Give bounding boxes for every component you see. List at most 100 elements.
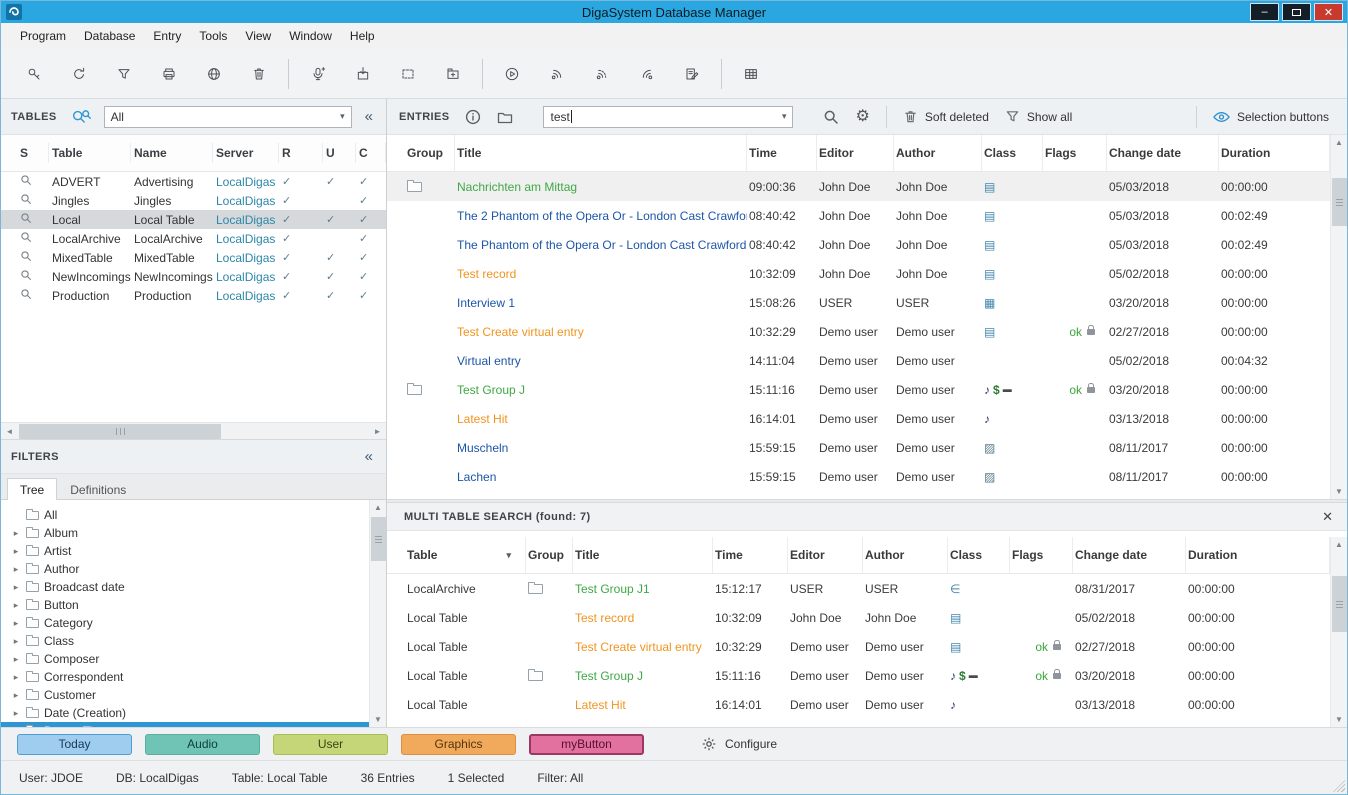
quick-button-audio[interactable]: Audio bbox=[145, 734, 260, 755]
gear-icon[interactable]: ⚙ bbox=[855, 109, 869, 125]
resize-grip-icon[interactable] bbox=[1333, 780, 1345, 792]
multi-vertical-scrollbar[interactable]: ▲ ▼ bbox=[1330, 537, 1347, 727]
on-air-3-button[interactable] bbox=[633, 60, 661, 88]
menu-tools[interactable]: Tools bbox=[190, 23, 236, 49]
column-header-flags[interactable]: Flags bbox=[1010, 537, 1073, 573]
scroll-thumb[interactable] bbox=[371, 517, 386, 561]
multi-search-row[interactable]: LocalArchiveTest Group J115:12:17USERUSE… bbox=[387, 574, 1330, 603]
column-header-editor[interactable]: Editor bbox=[788, 537, 863, 573]
column-header-class[interactable]: Class bbox=[982, 135, 1043, 171]
collapse-tables-button[interactable]: « bbox=[362, 108, 376, 125]
entry-row[interactable]: Lachen15:59:15Demo userDemo user▨08/11/2… bbox=[387, 462, 1330, 491]
soft-deleted-button[interactable]: Soft deleted bbox=[903, 109, 989, 124]
column-header-change-date[interactable]: Change date bbox=[1073, 537, 1186, 573]
maximize-button[interactable] bbox=[1282, 3, 1311, 21]
scroll-up-icon[interactable]: ▲ bbox=[374, 500, 382, 515]
web-button[interactable] bbox=[200, 60, 228, 88]
column-header-flags[interactable]: Flags bbox=[1043, 135, 1107, 171]
tree-item-all[interactable]: All bbox=[1, 506, 369, 524]
tree-item-category[interactable]: ▸Category bbox=[1, 614, 369, 632]
tree-item-class[interactable]: ▸Class bbox=[1, 632, 369, 650]
dropdown-arrow-icon[interactable]: ▾ bbox=[334, 111, 345, 122]
entry-row[interactable]: Interview 115:08:26USERUSER▦03/20/201800… bbox=[387, 288, 1330, 317]
key-button[interactable] bbox=[20, 60, 48, 88]
folder-icon[interactable] bbox=[497, 109, 513, 125]
entry-row[interactable]: Test record10:32:09John DoeJohn Doe▤05/0… bbox=[387, 259, 1330, 288]
tree-item-customer[interactable]: ▸Customer bbox=[1, 686, 369, 704]
scroll-down-icon[interactable]: ▼ bbox=[1335, 484, 1343, 499]
column-header-c[interactable]: C bbox=[356, 143, 386, 163]
scroll-down-icon[interactable]: ▼ bbox=[1335, 712, 1343, 727]
expand-icon[interactable]: ▸ bbox=[11, 564, 21, 575]
scroll-up-icon[interactable]: ▲ bbox=[1335, 135, 1343, 150]
table-row[interactable]: LocalArchiveLocalArchiveLocalDigas✓✓ bbox=[1, 229, 386, 248]
table-row[interactable]: MixedTableMixedTableLocalDigas✓✓✓ bbox=[1, 248, 386, 267]
tab-definitions[interactable]: Definitions bbox=[57, 478, 139, 500]
column-header-editor[interactable]: Editor bbox=[817, 135, 894, 171]
minimize-button[interactable]: – bbox=[1250, 3, 1279, 21]
menu-help[interactable]: Help bbox=[341, 23, 384, 49]
scroll-thumb[interactable] bbox=[1332, 576, 1347, 632]
expand-icon[interactable]: ▸ bbox=[11, 528, 21, 539]
tree-item-date-creation[interactable]: ▸Date (Creation) bbox=[1, 704, 369, 722]
expand-icon[interactable]: ▸ bbox=[11, 618, 21, 629]
table-row[interactable]: JinglesJinglesLocalDigas✓✓ bbox=[1, 191, 386, 210]
import-entry-button[interactable] bbox=[349, 60, 377, 88]
search-tables-icon[interactable] bbox=[71, 109, 92, 125]
entry-row[interactable]: The 2 Phantom of the Opera Or - London C… bbox=[387, 201, 1330, 230]
column-header-table[interactable]: Table▾ bbox=[405, 537, 526, 573]
tables-filter-dropdown[interactable]: All ▾ bbox=[104, 106, 352, 128]
column-header-time[interactable]: Time bbox=[713, 537, 788, 573]
column-header-author[interactable]: Author bbox=[863, 537, 948, 573]
tree-item-button[interactable]: ▸Button bbox=[1, 596, 369, 614]
multi-search-row[interactable]: Local TableLatest Hit16:14:01Demo userDe… bbox=[387, 690, 1330, 719]
expand-icon[interactable]: ▸ bbox=[11, 636, 21, 647]
show-all-button[interactable]: Show all bbox=[1005, 109, 1072, 124]
expand-icon[interactable]: ▸ bbox=[11, 654, 21, 665]
multi-table-button[interactable] bbox=[737, 60, 765, 88]
entry-row[interactable]: Latest Hit16:14:01Demo userDemo user♪03/… bbox=[387, 404, 1330, 433]
column-header-change-date[interactable]: Change date bbox=[1107, 135, 1219, 171]
column-header-server[interactable]: Server bbox=[213, 143, 279, 163]
scroll-left-icon[interactable]: ◄ bbox=[1, 427, 18, 436]
new-window-button[interactable] bbox=[439, 60, 467, 88]
entry-row[interactable]: The Phantom of the Opera Or - London Cas… bbox=[387, 230, 1330, 259]
close-multi-search-button[interactable]: ✕ bbox=[1322, 509, 1333, 525]
selection-buttons-toggle[interactable]: Selection buttons bbox=[1213, 110, 1337, 124]
column-header-time[interactable]: Time bbox=[747, 135, 817, 171]
multi-search-row[interactable]: Local TableTest Create virtual entry10:3… bbox=[387, 632, 1330, 661]
table-row[interactable]: NewIncomingsNewIncomingsLocalDigas✓✓✓ bbox=[1, 267, 386, 286]
play-button[interactable] bbox=[498, 60, 526, 88]
entry-row[interactable]: Muscheln15:59:15Demo userDemo user▨08/11… bbox=[387, 433, 1330, 462]
tree-item-composer[interactable]: ▸Composer bbox=[1, 650, 369, 668]
entry-row[interactable]: Test Create virtual entry10:32:29Demo us… bbox=[387, 317, 1330, 346]
scroll-right-icon[interactable]: ► bbox=[369, 427, 386, 436]
configure-button[interactable]: Configure bbox=[701, 736, 777, 752]
record-new-button[interactable] bbox=[304, 60, 332, 88]
filter-button[interactable] bbox=[110, 60, 138, 88]
menu-window[interactable]: Window bbox=[280, 23, 341, 49]
multi-search-row[interactable]: Local TableTest Group J15:11:16Demo user… bbox=[387, 661, 1330, 690]
dropdown-arrow-icon[interactable]: ▾ bbox=[776, 111, 787, 122]
entries-search-combobox[interactable]: test ▾ bbox=[543, 106, 793, 128]
filters-vertical-scrollbar[interactable]: ▲ ▼ bbox=[369, 500, 386, 727]
collapse-filters-button[interactable]: « bbox=[362, 448, 376, 465]
refresh-button[interactable] bbox=[65, 60, 93, 88]
column-header-duration[interactable]: Duration bbox=[1186, 537, 1330, 573]
tree-item-album[interactable]: ▸Album bbox=[1, 524, 369, 542]
on-air-1-button[interactable] bbox=[543, 60, 571, 88]
search-icon[interactable] bbox=[823, 109, 839, 125]
print-button[interactable] bbox=[155, 60, 183, 88]
tree-item-author[interactable]: ▸Author bbox=[1, 560, 369, 578]
expand-icon[interactable]: ▸ bbox=[11, 672, 21, 683]
entry-row[interactable]: Virtual entry14:11:04Demo userDemo user0… bbox=[387, 346, 1330, 375]
table-row[interactable]: ProductionProductionLocalDigas✓✓✓ bbox=[1, 286, 386, 305]
column-header-title[interactable]: Title bbox=[455, 135, 747, 171]
expand-icon[interactable]: ▸ bbox=[11, 546, 21, 557]
quick-button-mybutton[interactable]: myButton bbox=[529, 734, 644, 755]
column-header-title[interactable]: Title bbox=[573, 537, 713, 573]
table-row[interactable]: ADVERTAdvertisingLocalDigas✓✓✓ bbox=[1, 172, 386, 191]
tree-item-date-time[interactable]: ▸Date + Time bbox=[1, 722, 369, 727]
tables-horizontal-scrollbar[interactable]: ◄ ► bbox=[1, 422, 386, 439]
tree-item-broadcast-date[interactable]: ▸Broadcast date bbox=[1, 578, 369, 596]
